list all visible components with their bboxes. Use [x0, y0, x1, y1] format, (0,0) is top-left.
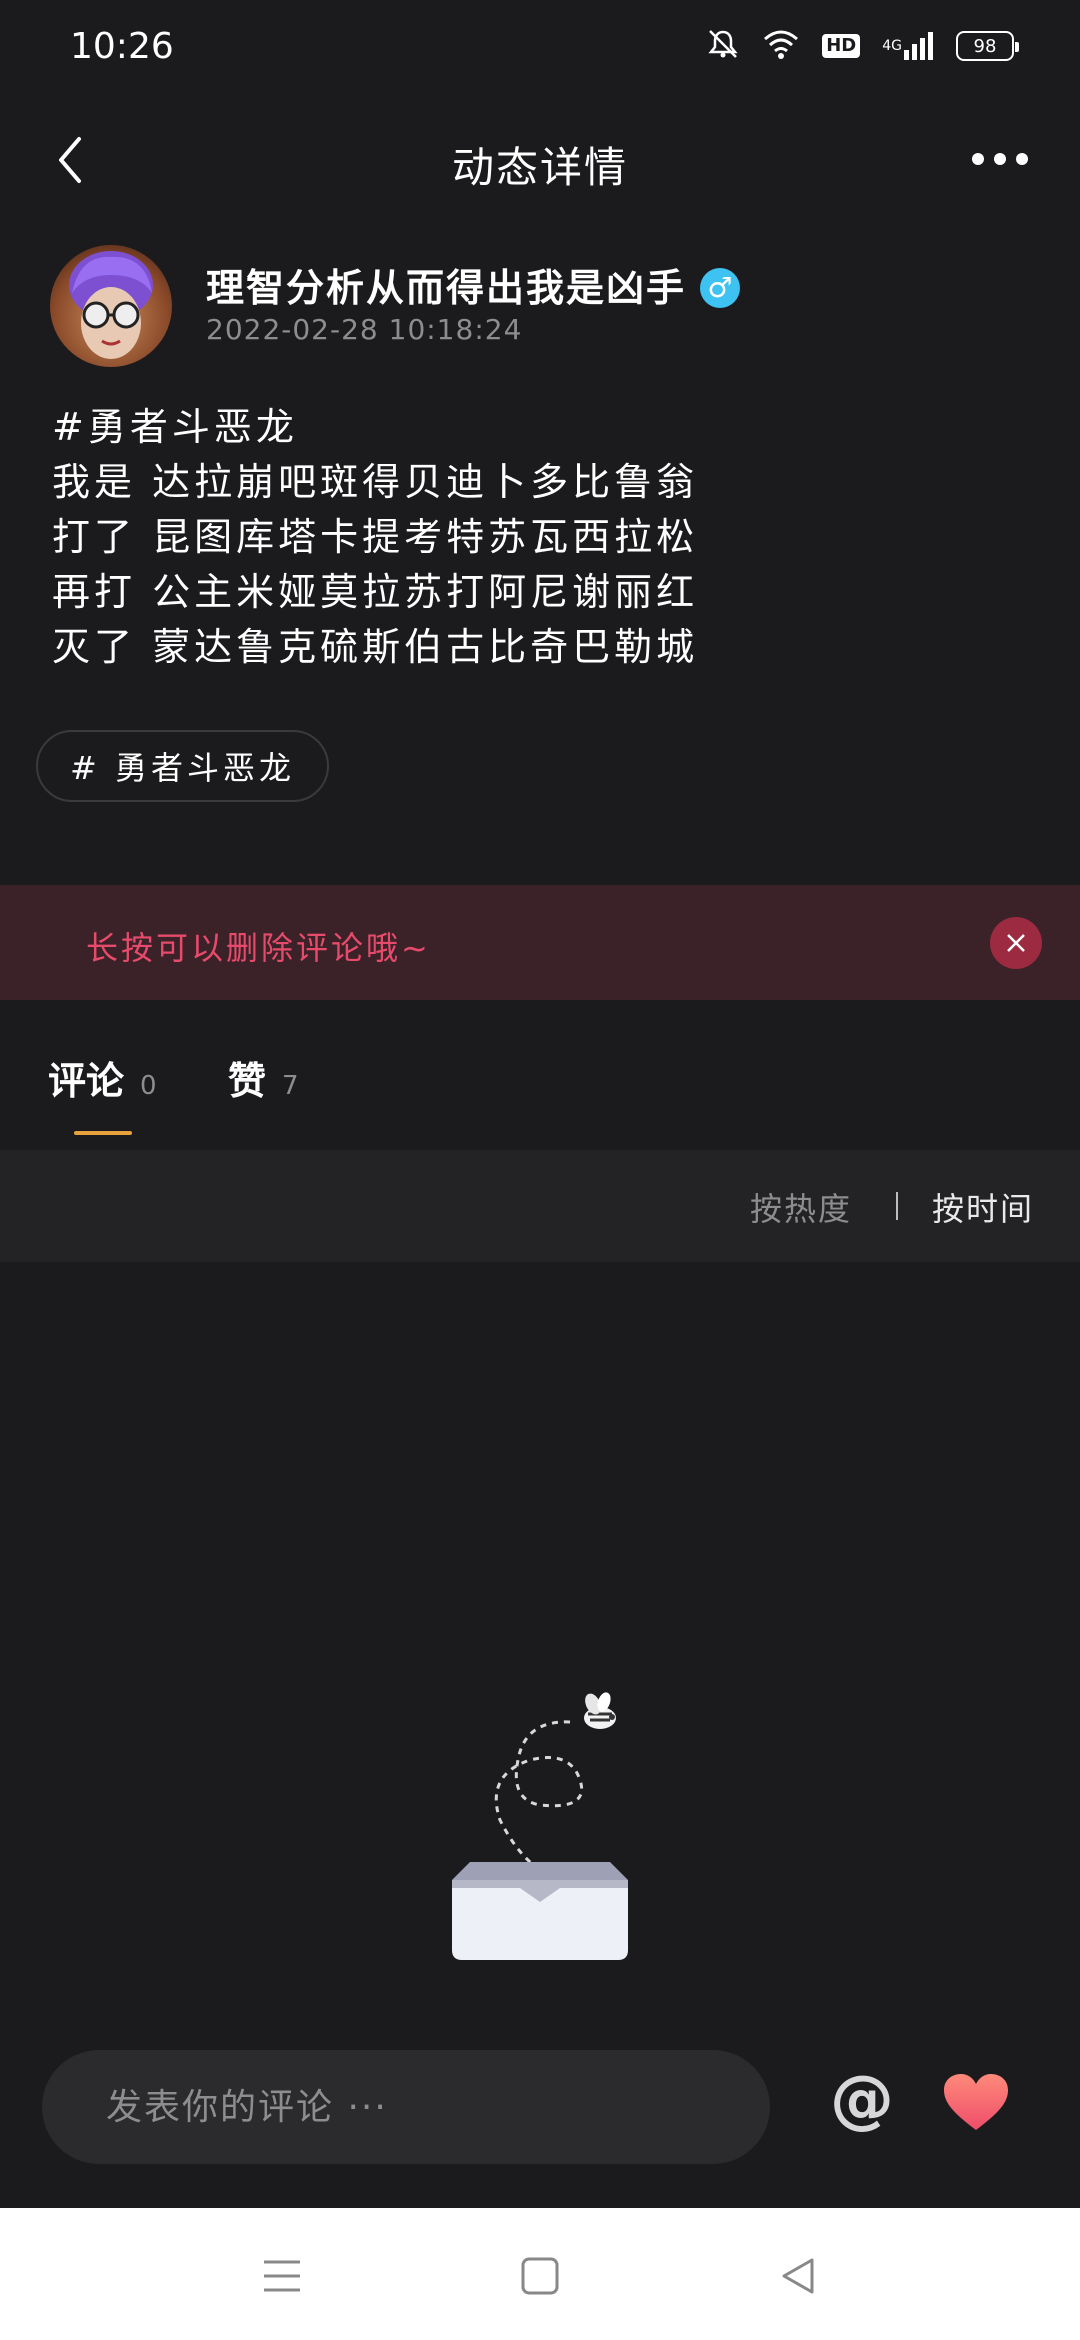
page-title: 动态详情 [451, 143, 628, 192]
more-icon-dot [1016, 153, 1028, 165]
tab-count: 7 [282, 1071, 299, 1101]
post-timestamp: 2022-02-28 10:18:24 [206, 313, 523, 346]
triangle-back-icon [782, 2258, 814, 2294]
hint-text: 长按可以删除评论哦~ [86, 929, 431, 967]
sort-by-time-button[interactable]: 按时间 [932, 1184, 1034, 1230]
more-icon-dot [972, 153, 984, 165]
like-button[interactable] [936, 2062, 1016, 2142]
close-hint-button[interactable] [990, 917, 1042, 969]
system-nav-bar [0, 2208, 1080, 2340]
post-line: 再打 公主米娅莫拉苏打阿尼谢丽红 [52, 570, 699, 614]
hint-banner: 长按可以删除评论哦~ [0, 885, 1080, 1000]
sort-bar: 按热度 按时间 [0, 1150, 1080, 1262]
battery-icon: 98 [956, 31, 1019, 61]
battery-level: 98 [973, 35, 997, 57]
tab-label: 赞 [228, 1059, 267, 1103]
system-back-button[interactable] [766, 2244, 830, 2308]
mute-icon [706, 27, 740, 65]
at-icon: @ [830, 2063, 894, 2137]
wifi-icon [762, 28, 800, 64]
tab-label: 评论 [48, 1059, 125, 1103]
male-gender-icon: ♂ [700, 267, 741, 308]
avatar[interactable] [50, 245, 172, 367]
home-button[interactable] [508, 2244, 572, 2308]
post-line: 我是 达拉崩吧斑得贝迪卜多比鲁翁 [52, 460, 699, 504]
signal-icon: 4G [882, 30, 934, 62]
tabs: 评论 0 赞 7 [0, 1010, 1080, 1150]
empty-state-illustration [430, 1670, 650, 2000]
header: 动态详情 [0, 110, 1080, 210]
post-line: 打了 昆图库塔卡提考特苏瓦西拉松 [52, 515, 699, 559]
close-icon [1007, 934, 1025, 952]
status-icons: HD 4G 98 [706, 26, 1019, 66]
sort-divider [896, 1192, 898, 1220]
author-info: 理智分析从而得出我是凶手 ♂ 2022-02-28 10:18:24 [50, 245, 1030, 370]
post-line: #勇者斗恶龙 [52, 405, 298, 449]
recent-apps-button[interactable] [250, 2244, 314, 2308]
post-content: #勇者斗恶龙 我是 达拉崩吧斑得贝迪卜多比鲁翁 打了 昆图库塔卡提考特苏瓦西拉松… [52, 400, 1032, 675]
tab-count: 0 [140, 1071, 157, 1101]
hd-badge: HD [822, 34, 861, 58]
bee-inbox-icon [452, 1692, 628, 1960]
tab-comments[interactable]: 评论 0 [48, 1050, 157, 1105]
active-tab-indicator [74, 1131, 132, 1135]
status-bar: 10:26 HD 4G 98 [0, 0, 1080, 96]
sort-by-popularity-button[interactable]: 按热度 [750, 1184, 852, 1230]
comment-bar: @ [0, 2040, 1080, 2210]
author-name-row: 理智分析从而得出我是凶手 ♂ [206, 257, 741, 312]
menu-icon [264, 2260, 300, 2292]
topic-chip[interactable]: # 勇者斗恶龙 [36, 730, 329, 802]
more-options-button[interactable] [960, 134, 1040, 184]
status-time: 10:26 [70, 26, 174, 67]
tab-likes[interactable]: 赞 7 [228, 1050, 299, 1105]
heart-icon [944, 2074, 1008, 2130]
more-icon-dot [994, 153, 1006, 165]
comment-input[interactable] [42, 2050, 770, 2164]
square-icon [521, 2257, 559, 2295]
mention-button[interactable]: @ [822, 2060, 902, 2140]
post-line: 灭了 蒙达鲁克硫斯伯古比奇巴勒城 [52, 625, 699, 669]
author-name[interactable]: 理智分析从而得出我是凶手 [206, 257, 686, 312]
